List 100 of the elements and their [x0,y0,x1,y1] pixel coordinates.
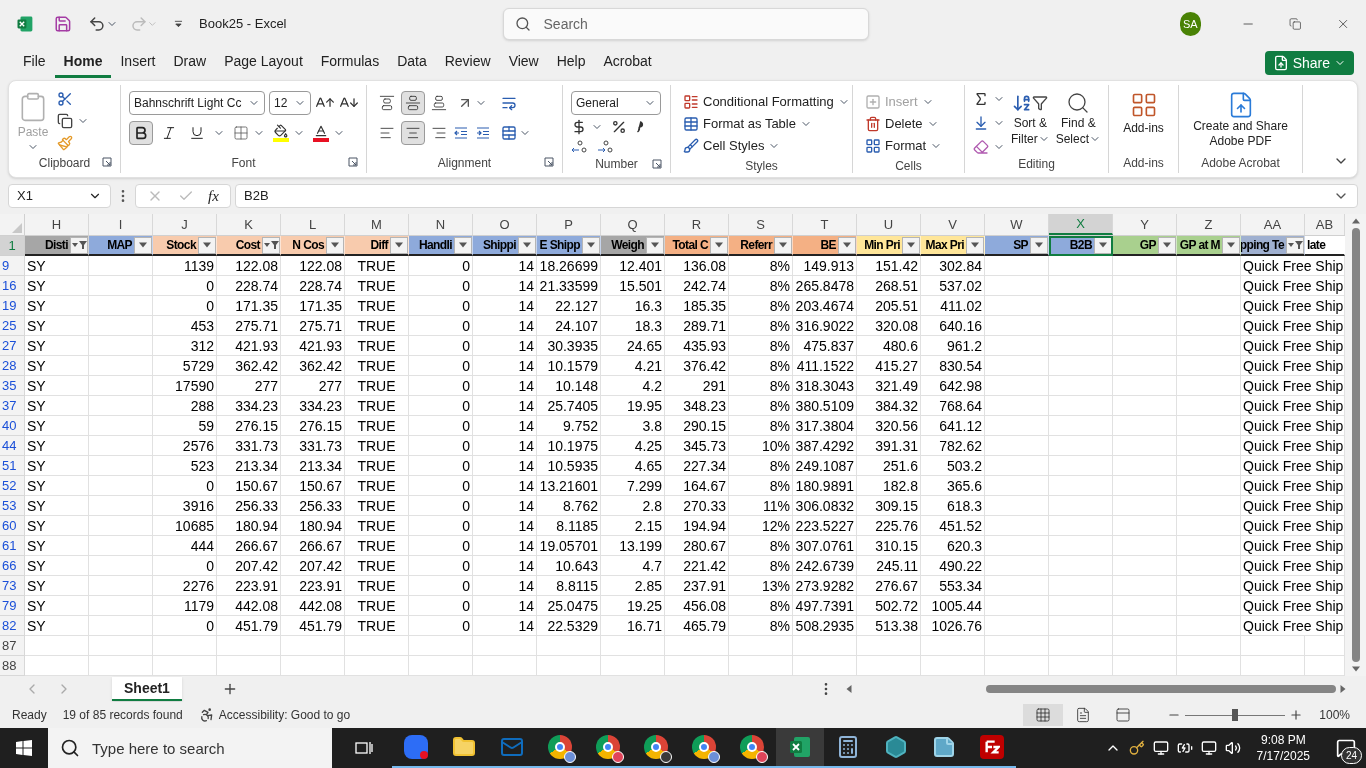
video-app-icon[interactable] [404,735,428,759]
dialog-launcher-icon[interactable] [544,157,554,167]
scroll-right-icon[interactable] [1339,685,1346,693]
formula-field[interactable]: B2B [235,184,1358,208]
autosum-icon[interactable] [973,91,989,107]
sort-filter-button[interactable]: Sort & Filter [1011,91,1050,155]
column-header[interactable]: O [473,214,537,235]
column-header[interactable]: Q [601,214,665,235]
search-field[interactable]: Search [502,8,869,40]
column-header[interactable]: AA [1241,214,1305,235]
create-pdf-button[interactable]: Create and Share Adobe PDF [1187,91,1294,149]
column-header[interactable]: Z [1177,214,1241,235]
filter-button[interactable] [710,236,728,254]
find-select-button[interactable]: Find & Select [1055,91,1102,155]
conditional-formatting-button[interactable]: Conditional Formatting [679,91,854,113]
increase-decimal-icon[interactable] [571,139,589,155]
menu-tab[interactable]: Formulas [311,48,389,78]
filter-button[interactable] [198,236,216,254]
network-icon[interactable] [1200,740,1217,756]
avatar[interactable]: SA [1179,12,1201,36]
currency-icon[interactable] [571,119,587,135]
filter-button[interactable] [966,236,984,254]
filter-button[interactable] [326,236,344,254]
taskbar-search-field[interactable]: Type here to search [48,728,332,768]
filter-button[interactable] [838,236,856,254]
column-header[interactable]: J [153,214,217,235]
undo-icon[interactable] [87,14,106,34]
scroll-left-icon[interactable] [845,685,852,693]
column-header[interactable]: S [729,214,793,235]
copy-icon[interactable] [57,113,73,129]
key-icon[interactable] [1128,740,1145,756]
cell-styles-button[interactable]: Cell Styles [679,135,854,157]
normal-view-button[interactable] [1023,704,1064,726]
zoom-slider[interactable] [1185,709,1286,721]
menu-tab[interactable]: Insert [111,48,165,78]
display-icon[interactable] [1152,740,1169,756]
delete-button[interactable]: Delete [861,113,947,135]
column-header[interactable]: H [25,214,89,235]
filter-applied-button[interactable] [262,236,280,254]
column-header[interactable]: X [1049,214,1113,235]
menu-tab[interactable]: Acrobat [594,48,661,78]
spreadsheet-app-icon[interactable] [788,735,812,759]
column-header[interactable]: N [409,214,473,235]
comma-style-icon[interactable] [635,120,645,134]
hexagon-icon[interactable] [884,735,908,759]
scroll-up-icon[interactable] [1351,218,1360,224]
battery-icon[interactable] [1176,740,1193,756]
menu-tab[interactable]: Review [435,48,500,78]
calculator-icon[interactable] [836,735,860,759]
menu-tab[interactable]: Draw [164,48,216,78]
filter-button[interactable] [134,236,152,254]
insert-function-button[interactable]: fx [207,184,219,208]
volume-icon[interactable] [1224,740,1241,756]
filter-button[interactable] [1094,236,1112,254]
filter-button[interactable] [774,236,792,254]
font-size-select[interactable]: 12 [269,91,311,115]
filter-button[interactable] [390,236,408,254]
filter-button[interactable] [646,236,664,254]
clock[interactable]: 9:08 PM 7/17/2025 [1248,732,1318,764]
notifications-button[interactable]: 24 [1326,728,1366,768]
bold-button[interactable] [129,121,153,145]
format-as-table-button[interactable]: Format as Table [679,113,854,135]
zoom-in-icon[interactable] [1289,708,1304,722]
column-header[interactable]: K [217,214,281,235]
add-ins-button[interactable]: Add-ins [1117,91,1170,137]
filter-button[interactable] [582,236,600,254]
restore-icon[interactable] [1289,17,1302,31]
customize-toolbar-icon[interactable] [174,19,184,29]
filter-applied-button[interactable] [1286,236,1304,254]
menu-tab[interactable]: File [14,48,55,78]
column-header[interactable]: M [345,214,409,235]
name-box[interactable]: X1 [8,184,111,208]
fill-icon[interactable] [973,115,989,131]
filter-button[interactable] [454,236,472,254]
middle-align-button[interactable] [401,91,425,115]
column-header[interactable]: I [89,214,153,235]
menu-tab[interactable]: Page Layout [215,48,312,78]
column-header[interactable]: V [921,214,985,235]
notepad-icon[interactable] [932,735,956,759]
font-name-select[interactable]: Bahnschrift Light Cc [129,91,265,115]
increase-indent-icon[interactable] [475,125,491,141]
borders-icon[interactable] [233,125,249,141]
merge-center-icon[interactable] [501,125,517,141]
filter-button[interactable] [1030,236,1048,254]
ftp-app-icon[interactable] [980,735,1004,759]
column-header[interactable]: Y [1113,214,1177,235]
share-button[interactable]: Share [1264,51,1354,75]
percent-icon[interactable] [611,119,627,135]
decrease-indent-icon[interactable] [453,125,469,141]
eraser-icon[interactable] [973,139,989,155]
column-header[interactable]: L [281,214,345,235]
menu-tab[interactable]: Help [547,48,595,78]
mail-icon[interactable] [500,735,524,759]
menu-tab[interactable]: Data [388,48,436,78]
align-center-button[interactable] [401,121,425,145]
dialog-launcher-icon[interactable] [652,159,662,169]
filter-button[interactable] [518,236,536,254]
column-header[interactable]: U [857,214,921,235]
column-header[interactable]: T [793,214,857,235]
wrap-text-icon[interactable] [501,95,517,111]
